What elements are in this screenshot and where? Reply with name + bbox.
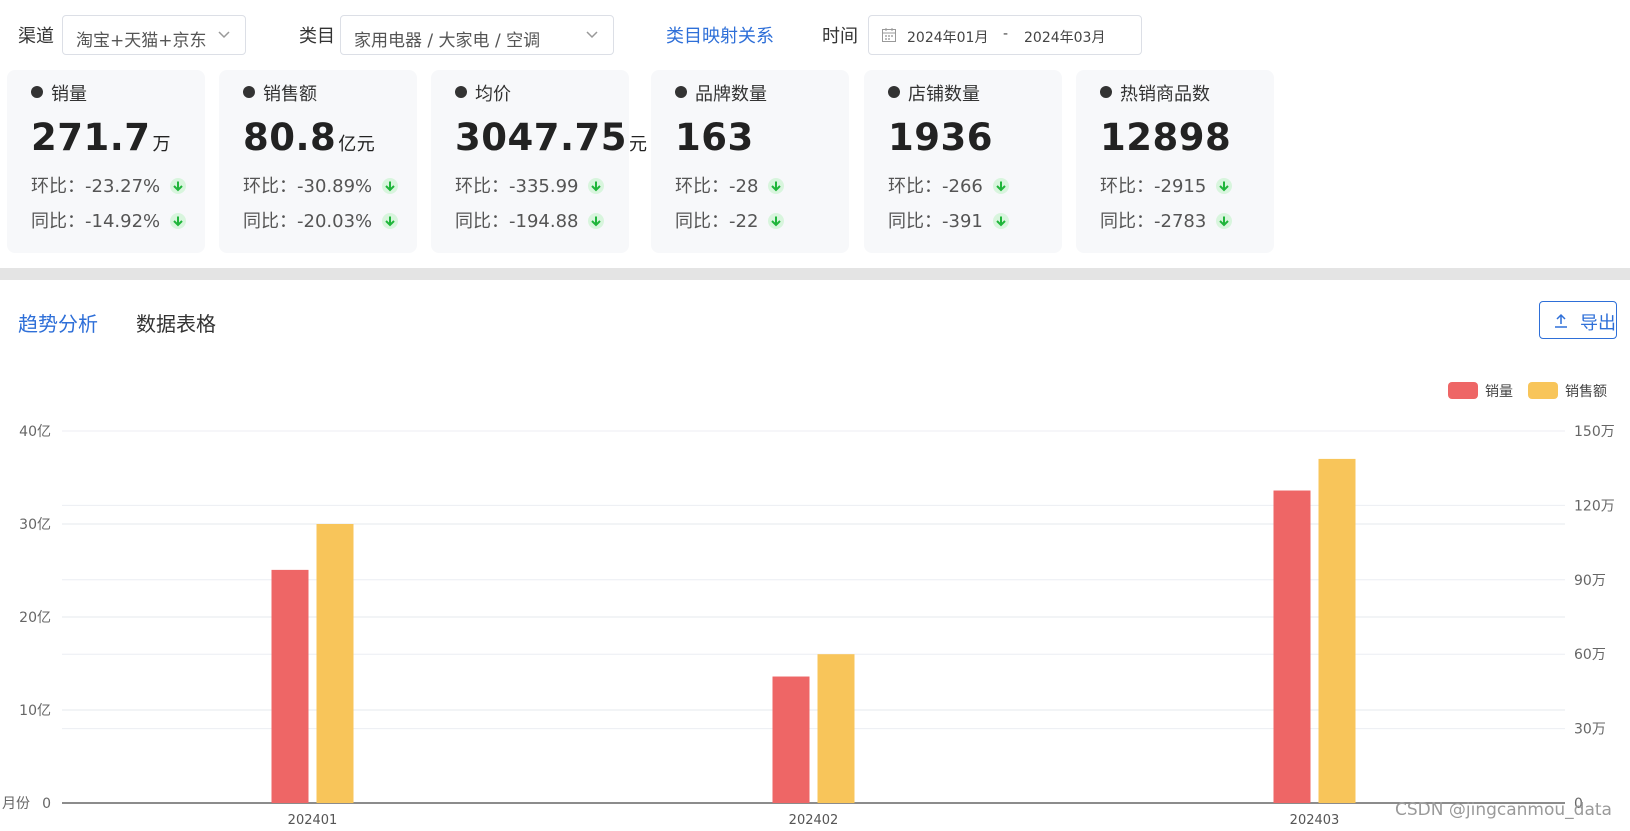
- chevron-down-icon: [586, 31, 598, 39]
- metric-card-sales-amount: 销售额 80.8 亿元 环比：-30.89% 同比：-20.03%: [219, 70, 417, 253]
- channel-label: 渠道: [18, 26, 54, 47]
- section-divider: [0, 268, 1630, 280]
- filter-bar: 渠道 淘宝+天猫+京东 类目 家用电器 / 大家电 / 空调 类目映射关系 时间…: [0, 0, 1630, 70]
- arrow-down-icon: [768, 213, 785, 229]
- metric-title: 品牌数量: [695, 84, 767, 105]
- metric-value: 163: [675, 116, 754, 159]
- metric-mom: 环比：-23.27%: [31, 172, 187, 198]
- channel-select-value: 淘宝+天猫+京东: [76, 31, 207, 51]
- y-right-tick-label: 90万: [1574, 573, 1606, 589]
- legend-swatch: [1528, 382, 1558, 399]
- bar-销售额: [1318, 458, 1356, 803]
- metric-card-store-count: 店铺数量 1936 环比：-266 同比：-391: [864, 70, 1062, 253]
- y-left-tick-label: 20亿: [19, 610, 51, 626]
- legend-label: 销售额: [1565, 384, 1607, 400]
- bar-销量: [772, 676, 810, 803]
- category-mapping-link[interactable]: 类目映射关系: [666, 22, 774, 48]
- metric-mom: 环比：-335.99: [455, 172, 605, 198]
- date-separator: -: [1003, 26, 1009, 42]
- arrow-down-icon: [992, 178, 1009, 194]
- metric-mom: 环比：-30.89%: [243, 172, 399, 198]
- watermark: CSDN @jingcanmou_data: [1395, 800, 1612, 820]
- metric-title: 店铺数量: [908, 84, 980, 105]
- time-label: 时间: [822, 26, 858, 47]
- metric-card-avg-price: 均价 3047.75 元 环比：-335.99 同比：-194.88: [431, 70, 647, 253]
- metric-cards: 销量 271.7 万 环比：-23.27% 同比：-14.92% 销售额 80.8…: [0, 70, 1630, 268]
- y-right-tick-label: 30万: [1574, 722, 1606, 738]
- arrow-down-icon: [588, 178, 605, 194]
- arrow-down-icon: [170, 178, 187, 194]
- metric-mom: 环比：-2915: [1100, 172, 1233, 198]
- metric-yoy: 同比：-22: [675, 207, 785, 233]
- metric-unit: 亿元: [338, 134, 376, 155]
- metric-title: 销售额: [263, 84, 317, 105]
- y-left-tick-label: 30亿: [19, 517, 51, 533]
- date-end[interactable]: 2024年03月: [1024, 27, 1105, 47]
- metric-value: 80.8 亿元: [243, 116, 376, 159]
- tab-trend-analysis[interactable]: 趋势分析: [18, 308, 98, 337]
- metric-yoy: 同比：-20.03%: [243, 207, 399, 233]
- y-left-tick-label: 40亿: [19, 424, 51, 440]
- y-right-tick-label: 150万: [1574, 424, 1615, 440]
- metric-unit: 元: [629, 134, 648, 155]
- calendar-icon: [882, 28, 896, 42]
- arrow-down-icon: [588, 213, 605, 229]
- legend-label: 销量: [1485, 384, 1513, 400]
- metric-yoy: 同比：-14.92%: [31, 207, 187, 233]
- metric-yoy: 同比：-391: [888, 207, 1009, 233]
- arrow-down-icon: [382, 178, 399, 194]
- category-select[interactable]: 家用电器 / 大家电 / 空调: [340, 15, 614, 55]
- bar-销量: [1273, 490, 1311, 803]
- metric-unit: 万: [152, 134, 172, 155]
- arrow-down-icon: [1216, 178, 1233, 194]
- x-tick-label: 202402: [789, 813, 839, 828]
- channel-select[interactable]: 淘宝+天猫+京东: [62, 15, 246, 55]
- metric-value: 12898: [1100, 116, 1232, 159]
- metric-title: 均价: [475, 84, 511, 105]
- bar-销量: [271, 569, 309, 803]
- y-left-axis-label: 月份: [2, 796, 30, 812]
- metric-title: 热销商品数: [1120, 84, 1210, 105]
- trend-bar-chart: 010亿20亿30亿40亿030万60万90万120万150万月份202401 2…: [2, 382, 1615, 828]
- export-label: 导出: [1580, 313, 1616, 334]
- x-tick-label: 202403: [1290, 813, 1340, 828]
- y-right-tick-label: 60万: [1574, 647, 1606, 663]
- arrow-down-icon: [1216, 213, 1233, 229]
- metric-card-hot-items: 热销商品数 12898 环比：-2915 同比：-2783: [1076, 70, 1274, 253]
- metric-value: 1936: [888, 116, 993, 159]
- y-right-tick-label: 120万: [1574, 498, 1615, 514]
- upload-icon: [1555, 313, 1567, 328]
- metric-card-brand-count: 品牌数量 163 环比：-28 同比：-22: [651, 70, 849, 253]
- arrow-down-icon: [992, 213, 1009, 229]
- bar-销售额: [817, 654, 855, 803]
- legend-swatch: [1448, 382, 1478, 399]
- export-button[interactable]: 导出: [1539, 301, 1617, 339]
- y-left-tick-label: 10亿: [19, 703, 51, 719]
- metric-value: 3047.75 元: [455, 116, 648, 159]
- metric-yoy: 同比：-194.88: [455, 207, 605, 233]
- arrow-down-icon: [170, 213, 187, 229]
- metric-mom: 环比：-266: [888, 172, 1009, 198]
- arrow-down-icon: [768, 178, 785, 194]
- metric-yoy: 同比：-2783: [1100, 207, 1233, 233]
- category-label: 类目: [299, 26, 335, 47]
- date-start[interactable]: 2024年01月: [907, 27, 988, 47]
- y-left-tick-label: 0: [42, 796, 51, 812]
- metric-value: 271.7 万: [31, 116, 172, 159]
- category-select-value: 家用电器 / 大家电 / 空调: [354, 31, 541, 51]
- x-tick-label: 202401: [288, 813, 338, 828]
- metric-title: 销量: [51, 84, 87, 105]
- bar-销售额: [316, 524, 354, 803]
- tab-data-table[interactable]: 数据表格: [136, 308, 216, 337]
- metric-mom: 环比：-28: [675, 172, 785, 198]
- date-range-picker[interactable]: 2024年01月 - 2024年03月: [868, 15, 1142, 55]
- chevron-down-icon: [218, 31, 230, 39]
- metric-card-sales-volume: 销量 271.7 万 环比：-23.27% 同比：-14.92%: [7, 70, 205, 253]
- arrow-down-icon: [382, 213, 399, 229]
